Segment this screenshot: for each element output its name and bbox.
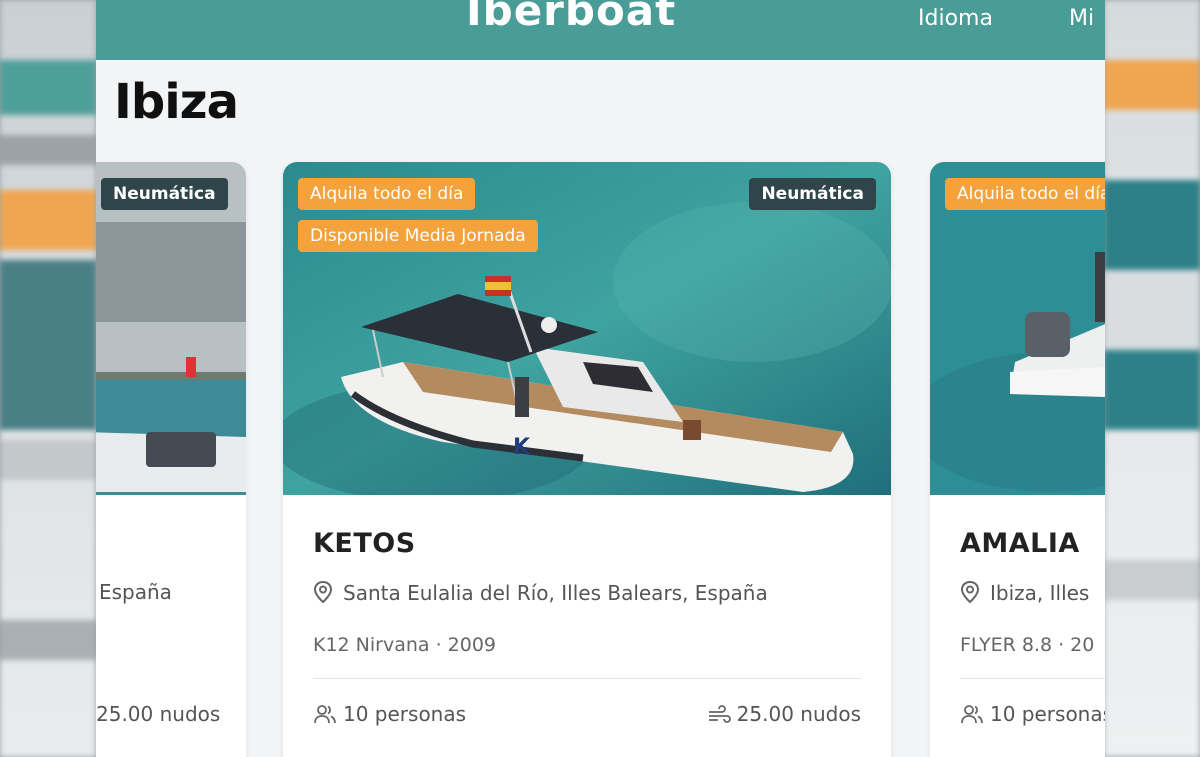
- boat-location-text: Ibiza, Illes: [990, 581, 1090, 605]
- boat-capacity: 10 personas: [313, 702, 466, 730]
- boat-speed: 25.00 nudos: [707, 702, 861, 730]
- boat-photo[interactable]: Neumática: [96, 162, 246, 495]
- nav-my-account[interactable]: Mi: [1069, 6, 1094, 31]
- boat-name[interactable]: AMALIA: [960, 528, 1080, 559]
- people-icon: [960, 703, 984, 730]
- boat-capacity-text: 10 personas: [990, 702, 1105, 726]
- svg-text:K: K: [513, 435, 531, 460]
- people-icon: [313, 703, 337, 730]
- tag-full-day: Alquila todo el día: [298, 178, 476, 210]
- boat-card[interactable]: Neumática España 25.00 nudos: [96, 162, 246, 757]
- boat-location-text: España: [99, 580, 172, 604]
- nav-language[interactable]: Idioma: [918, 6, 993, 31]
- app-frame: Iberboat Idioma Mi Ibiza Neumática Españ…: [96, 0, 1105, 757]
- top-navigation-bar: Iberboat Idioma Mi: [96, 0, 1105, 60]
- boat-location: Santa Eulalia del Río, Illes Balears, Es…: [313, 580, 768, 609]
- tag-full-day: Alquila todo el día: [945, 178, 1105, 210]
- location-pin-icon: [960, 580, 980, 609]
- boat-location-text: Santa Eulalia del Río, Illes Balears, Es…: [343, 581, 768, 605]
- card-divider: [960, 678, 1105, 679]
- card-divider: [313, 678, 861, 679]
- brand-logo[interactable]: Iberboat: [466, 0, 676, 35]
- boat-type-badge: Neumática: [749, 178, 876, 210]
- boat-model-year: K12 Nirvana · 2009: [313, 634, 497, 656]
- blurred-background-right: [1104, 0, 1200, 757]
- blurred-background-left: [0, 0, 96, 757]
- boat-model-year: FLYER 8.8 · 20: [960, 634, 1095, 656]
- boat-capacity-text: 10 personas: [343, 702, 467, 726]
- boat-name[interactable]: KETOS: [313, 528, 416, 559]
- location-pin-icon: [313, 580, 333, 609]
- boat-location: Ibiza, Illes: [960, 580, 1089, 609]
- page-title: Ibiza: [114, 74, 239, 130]
- boat-card-ketos[interactable]: K Alquila todo el día Disponible Media J…: [283, 162, 891, 757]
- boat-speed: 25.00 nudos: [96, 702, 220, 726]
- boat-speed-text: 25.00 nudos: [96, 702, 221, 726]
- boat-photo[interactable]: Alquila todo el día: [930, 162, 1105, 495]
- boat-photo[interactable]: K Alquila todo el día Disponible Media J…: [283, 162, 891, 495]
- boat-card-amalia[interactable]: Alquila todo el día AMALIA Ibiza, Illes …: [930, 162, 1105, 757]
- tag-half-day: Disponible Media Jornada: [298, 220, 538, 252]
- boat-speed-text: 25.00 nudos: [736, 702, 861, 726]
- wind-speed-icon: [707, 705, 731, 730]
- boat-location: España: [99, 580, 172, 604]
- boat-capacity: 10 personas: [960, 702, 1105, 730]
- boat-type-badge: Neumática: [101, 178, 228, 210]
